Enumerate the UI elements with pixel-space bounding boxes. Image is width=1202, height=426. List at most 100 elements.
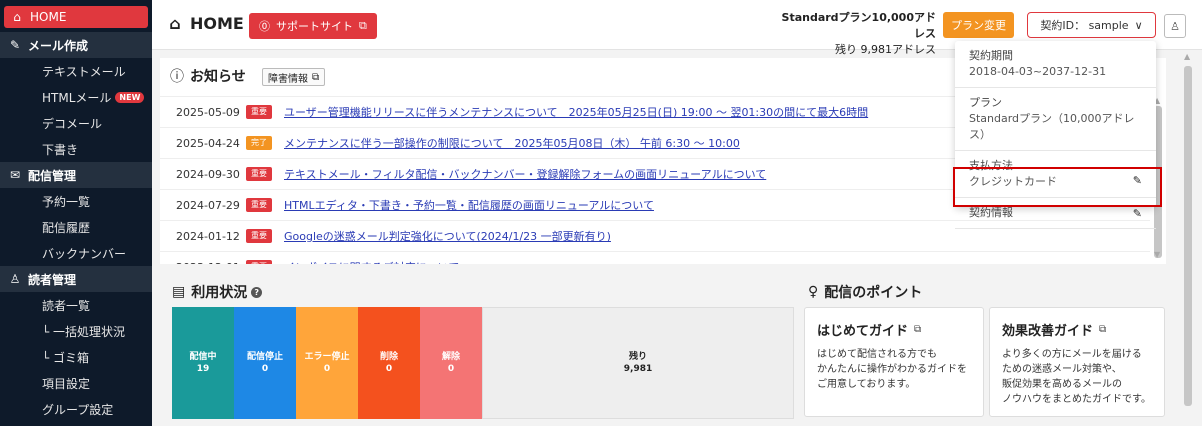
sidebar-item-text-mail[interactable]: テキストメール <box>0 58 152 84</box>
sidebar-section-label: 配信管理 <box>28 168 77 183</box>
notice-date: 2025-04-24 <box>176 136 240 150</box>
usage-segment-label: 解除 <box>441 352 460 362</box>
external-link-icon: ⧉ <box>359 19 367 32</box>
sidebar-section-mail-create[interactable]: ✎ メール作成 <box>0 32 152 58</box>
notice-date: 2023-12-01 <box>176 261 246 265</box>
usage-remaining-label: 残り <box>628 352 647 362</box>
sidebar-item-label: グループ設定 <box>42 402 114 417</box>
sidebar-item-drafts[interactable]: 下書き <box>0 136 152 162</box>
edit-icon[interactable]: ✎ <box>1133 206 1142 222</box>
notice-tag: 重要 <box>246 105 272 119</box>
sidebar-item-trash[interactable]: └ ゴミ箱 <box>0 344 152 370</box>
sidebar-item-home[interactable]: ⌂ HOME <box>4 6 148 28</box>
sidebar-item-batch-status[interactable]: └ 一括処理状況 <box>0 318 152 344</box>
sidebar-item-label: 下書き <box>42 142 79 157</box>
sidebar-section-label: 読者管理 <box>28 272 77 287</box>
beginner-guide-card[interactable]: はじめてガイド ⧉ はじめて配信される方でも かんたんに操作がわかるガイドを ご… <box>804 307 984 417</box>
sidebar-section-readers[interactable]: ♙ 読者管理 <box>0 266 152 292</box>
dropdown-item-label: 契約期間 <box>969 49 1013 62</box>
usage-segment-value: 0 <box>261 364 269 374</box>
mail-icon: ✉ <box>9 168 21 182</box>
plan-info: Standardプラン10,000アドレス 残り 9,981アドレス <box>780 10 936 58</box>
sidebar-item-label: バックナンバー <box>42 246 127 261</box>
sidebar-item-label: 予約一覧 <box>42 194 91 209</box>
usage-remaining-value: 9,981 <box>623 364 653 374</box>
sidebar-item-backnumber[interactable]: バックナンバー <box>0 240 152 266</box>
notice-link[interactable]: Googleの迷惑メール判定強化について(2024/1/23 一部更新有り) <box>284 228 611 244</box>
card-title: 効果改善ガイド ⧉ <box>1002 320 1152 339</box>
usage-segment: 配信中 19 <box>172 307 234 419</box>
usage-segment-value: 0 <box>385 364 393 374</box>
support-site-label: サポートサイト <box>276 20 353 33</box>
sidebar-item-history[interactable]: 配信履歴 <box>0 214 152 240</box>
contract-id-label: 契約ID： sample <box>1040 19 1129 32</box>
dropdown-item-label: 契約情報 <box>969 206 1013 219</box>
sidebar-item-label: 読者一覧 <box>42 298 91 313</box>
support-site-button[interactable]: ⓪ サポートサイト ⧉ <box>249 13 377 39</box>
card-title-text: 効果改善ガイド <box>1002 324 1094 339</box>
incident-info-button[interactable]: 障害情報 ⧉ <box>262 68 326 86</box>
sidebar-item-label: デコメール <box>42 116 103 131</box>
card-text: はじめて配信される方でも かんたんに操作がわかるガイドを ご用意しております。 <box>817 349 967 390</box>
usage-title: ▤ 利用状況 ? <box>172 282 263 302</box>
usage-segment-remaining: 残り 9,981 <box>482 307 794 419</box>
sidebar-item-label: └ 一括処理状況 <box>42 324 126 339</box>
page-title: ⌂ HOME <box>166 14 244 33</box>
sidebar-item-reservations[interactable]: 予約一覧 <box>0 188 152 214</box>
usage-bar: 配信中 19 配信停止 0 エラー停止 0 削除 0 解除 0 残り 9,981 <box>172 307 794 419</box>
notice-tag: 重要 <box>246 198 272 212</box>
dropdown-item[interactable]: プラン Standardプラン（10,000アドレス） <box>955 88 1156 151</box>
chevron-down-icon: ∨ <box>1134 18 1143 32</box>
notice-tag: 重要 <box>246 229 272 243</box>
incident-info-label: 障害情報 <box>268 73 308 85</box>
usage-segment: 削除 0 <box>358 307 420 419</box>
dropdown-item[interactable]: 契約期間 2018-04-03~2037-12-31 <box>955 41 1156 88</box>
card-text: より多くの方にメールを届ける ための迷惑メール対策や、 販促効果を高めるメールの… <box>1002 349 1151 405</box>
sidebar-item-field-settings[interactable]: 項目設定 <box>0 370 152 396</box>
usage-title-text: 利用状況 <box>191 285 248 301</box>
notice-date: 2025-05-09 <box>176 105 240 119</box>
notice-tag: 完了 <box>246 136 272 150</box>
lightbulb-icon: ♀ <box>808 284 819 300</box>
scroll-thumb[interactable] <box>1184 66 1192 406</box>
sidebar: ⌂ HOME ✎ メール作成 テキストメール HTMLメール NEW デコメール … <box>0 0 152 426</box>
contract-id-dropdown[interactable]: 契約ID： sample ∨ <box>1027 12 1156 38</box>
external-link-icon: ⧉ <box>1099 324 1107 335</box>
notice-link[interactable]: ユーザー管理機能リリースに伴うメンテナンスについて 2025年05月25日(日)… <box>284 104 868 120</box>
usage-segment-value: 0 <box>323 364 331 374</box>
highlight-box <box>953 167 1162 207</box>
page-scrollbar[interactable]: ▲ <box>1184 52 1192 416</box>
notice-link[interactable]: メンテナンスに伴う一部操作の制限について 2025年05月08日（木） 午前 6… <box>284 135 740 151</box>
usage-segment: 解除 0 <box>420 307 482 419</box>
usage-segment-label: 削除 <box>379 352 398 362</box>
page-title-text: HOME <box>190 14 244 33</box>
sidebar-item-label: 配信履歴 <box>42 220 91 235</box>
pencil-icon: ✎ <box>9 38 21 52</box>
notice-row: 2023-12-01重要 インボイスに関するご対応について <box>160 251 1150 264</box>
notice-link[interactable]: HTMLエディタ・下書き・予約一覧・配信履歴の画面リニューアルについて <box>284 197 654 213</box>
improvement-guide-card[interactable]: 効果改善ガイド ⧉ より多くの方にメールを届ける ための迷惑メール対策や、 販促… <box>989 307 1165 417</box>
sidebar-item-label: 項目設定 <box>42 376 91 391</box>
notice-link[interactable]: インボイスに関するご対応について <box>284 259 459 264</box>
list-icon: ▤ <box>172 284 186 300</box>
plan-change-button[interactable]: プラン変更 <box>943 12 1014 38</box>
sidebar-section-label: メール作成 <box>28 38 89 53</box>
help-icon[interactable]: ? <box>251 286 263 298</box>
sidebar-item-html-mail[interactable]: HTMLメール NEW <box>0 84 152 110</box>
points-title-text: 配信のポイント <box>824 285 923 301</box>
notice-link[interactable]: テキストメール・フィルタ配信・バックナンバー・登録解除フォームの画面リニューアル… <box>284 166 766 182</box>
external-link-icon: ⧉ <box>312 71 320 83</box>
external-link-icon: ⧉ <box>914 324 922 335</box>
dropdown-item-value: Standardプラン（10,000アドレス） <box>969 112 1135 141</box>
sidebar-item-group-settings[interactable]: グループ設定 <box>0 396 152 422</box>
sidebar-item-label: HTMLメール <box>42 90 112 105</box>
sidebar-item-reader-list[interactable]: 読者一覧 <box>0 292 152 318</box>
card-title: はじめてガイド ⧉ <box>817 320 971 339</box>
user-icon[interactable]: ♙ <box>1164 14 1186 38</box>
usage-segment-label: 配信停止 <box>246 352 283 362</box>
sidebar-section-delivery[interactable]: ✉ 配信管理 <box>0 162 152 188</box>
notice-tag: 重要 <box>246 260 272 264</box>
new-badge: NEW <box>115 91 145 103</box>
sidebar-item-deco-mail[interactable]: デコメール <box>0 110 152 136</box>
notice-title-text: お知らせ <box>190 69 246 85</box>
